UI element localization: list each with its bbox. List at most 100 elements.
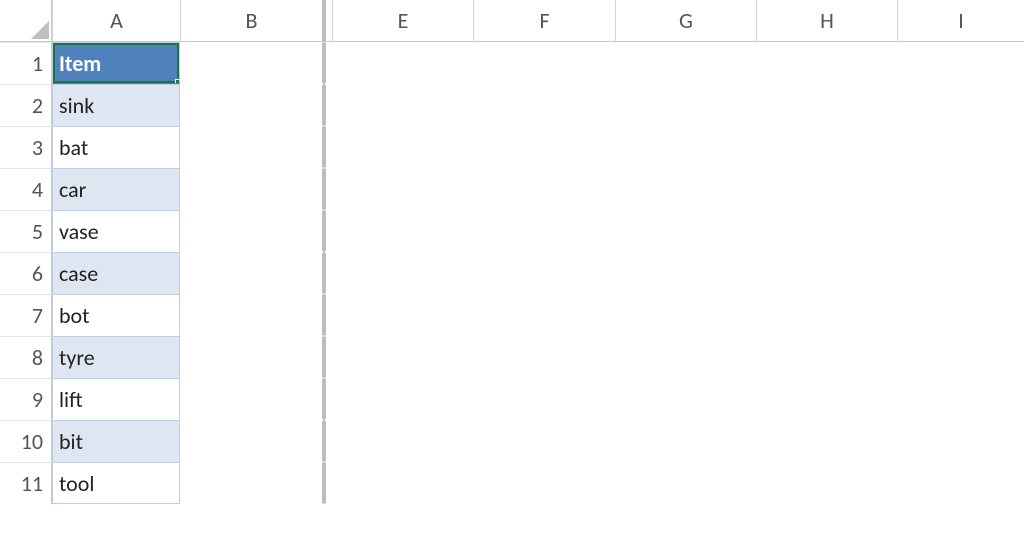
spreadsheet-grid[interactable]: A B E F G H I 1 Item 2 sink 3 bat 4 car … <box>0 0 1024 504</box>
cell-F4[interactable] <box>473 168 615 210</box>
cell-E4[interactable] <box>332 168 473 210</box>
cell-I2[interactable] <box>897 84 1024 126</box>
cell-H6[interactable] <box>756 252 897 294</box>
cell-H2[interactable] <box>756 84 897 126</box>
cell-A8[interactable]: tyre <box>52 336 180 378</box>
cell-F5[interactable] <box>473 210 615 252</box>
cell-B7[interactable] <box>180 294 324 336</box>
row-header-1[interactable]: 1 <box>0 42 52 84</box>
cell-A6[interactable]: case <box>52 252 180 294</box>
row-header-5[interactable]: 5 <box>0 210 52 252</box>
cell-E8[interactable] <box>332 336 473 378</box>
cell-E6[interactable] <box>332 252 473 294</box>
cell-I9[interactable] <box>897 378 1024 420</box>
cell-B1[interactable] <box>180 42 324 84</box>
row-header-11[interactable]: 11 <box>0 462 52 504</box>
cell-A9[interactable]: lift <box>52 378 180 420</box>
cell-G5[interactable] <box>615 210 756 252</box>
cell-A7[interactable]: bot <box>52 294 180 336</box>
column-header-I[interactable]: I <box>897 0 1024 42</box>
column-header-G[interactable]: G <box>615 0 756 42</box>
cell-F6[interactable] <box>473 252 615 294</box>
select-all-corner[interactable] <box>0 0 52 42</box>
cell-H10[interactable] <box>756 420 897 462</box>
cell-G9[interactable] <box>615 378 756 420</box>
cell-A4[interactable]: car <box>52 168 180 210</box>
cell-A2[interactable]: sink <box>52 84 180 126</box>
cell-G11[interactable] <box>615 462 756 504</box>
cell-B2[interactable] <box>180 84 324 126</box>
cell-I5[interactable] <box>897 210 1024 252</box>
cell-B5[interactable] <box>180 210 324 252</box>
cell-I8[interactable] <box>897 336 1024 378</box>
cell-I11[interactable] <box>897 462 1024 504</box>
cell-H7[interactable] <box>756 294 897 336</box>
pane-split-cell <box>324 378 332 420</box>
cell-F1[interactable] <box>473 42 615 84</box>
cell-I4[interactable] <box>897 168 1024 210</box>
cell-A11[interactable]: tool <box>52 462 180 504</box>
fill-handle[interactable] <box>175 79 180 84</box>
cell-A1[interactable]: Item <box>52 42 180 84</box>
cell-F8[interactable] <box>473 336 615 378</box>
cell-E1[interactable] <box>332 42 473 84</box>
cell-A5[interactable]: vase <box>52 210 180 252</box>
cell-H4[interactable] <box>756 168 897 210</box>
column-header-B[interactable]: B <box>180 0 324 42</box>
cell-I6[interactable] <box>897 252 1024 294</box>
cell-I1[interactable] <box>897 42 1024 84</box>
cell-E3[interactable] <box>332 126 473 168</box>
row-header-7[interactable]: 7 <box>0 294 52 336</box>
cell-F3[interactable] <box>473 126 615 168</box>
row-header-2[interactable]: 2 <box>0 84 52 126</box>
cell-E10[interactable] <box>332 420 473 462</box>
row-header-10[interactable]: 10 <box>0 420 52 462</box>
cell-F7[interactable] <box>473 294 615 336</box>
cell-B8[interactable] <box>180 336 324 378</box>
cell-I3[interactable] <box>897 126 1024 168</box>
cell-F10[interactable] <box>473 420 615 462</box>
cell-A10[interactable]: bit <box>52 420 180 462</box>
cell-H11[interactable] <box>756 462 897 504</box>
cell-G6[interactable] <box>615 252 756 294</box>
cell-E11[interactable] <box>332 462 473 504</box>
cell-G1[interactable] <box>615 42 756 84</box>
row-header-3[interactable]: 3 <box>0 126 52 168</box>
cell-H8[interactable] <box>756 336 897 378</box>
cell-I7[interactable] <box>897 294 1024 336</box>
cell-I10[interactable] <box>897 420 1024 462</box>
row-header-6[interactable]: 6 <box>0 252 52 294</box>
cell-H9[interactable] <box>756 378 897 420</box>
column-header-F[interactable]: F <box>473 0 615 42</box>
cell-H5[interactable] <box>756 210 897 252</box>
cell-H1[interactable] <box>756 42 897 84</box>
cell-F2[interactable] <box>473 84 615 126</box>
cell-E9[interactable] <box>332 378 473 420</box>
cell-G4[interactable] <box>615 168 756 210</box>
pane-split-header[interactable] <box>324 0 332 42</box>
cell-B4[interactable] <box>180 168 324 210</box>
cell-H3[interactable] <box>756 126 897 168</box>
cell-B11[interactable] <box>180 462 324 504</box>
cell-B3[interactable] <box>180 126 324 168</box>
cell-E7[interactable] <box>332 294 473 336</box>
cell-B6[interactable] <box>180 252 324 294</box>
row-header-8[interactable]: 8 <box>0 336 52 378</box>
cell-G2[interactable] <box>615 84 756 126</box>
column-header-H[interactable]: H <box>756 0 897 42</box>
column-header-A[interactable]: A <box>52 0 180 42</box>
cell-B9[interactable] <box>180 378 324 420</box>
cell-F11[interactable] <box>473 462 615 504</box>
row-header-9[interactable]: 9 <box>0 378 52 420</box>
cell-E2[interactable] <box>332 84 473 126</box>
cell-B10[interactable] <box>180 420 324 462</box>
row-header-4[interactable]: 4 <box>0 168 52 210</box>
cell-G7[interactable] <box>615 294 756 336</box>
column-header-E[interactable]: E <box>332 0 473 42</box>
cell-E5[interactable] <box>332 210 473 252</box>
cell-G10[interactable] <box>615 420 756 462</box>
cell-G8[interactable] <box>615 336 756 378</box>
cell-F9[interactable] <box>473 378 615 420</box>
cell-A3[interactable]: bat <box>52 126 180 168</box>
cell-G3[interactable] <box>615 126 756 168</box>
